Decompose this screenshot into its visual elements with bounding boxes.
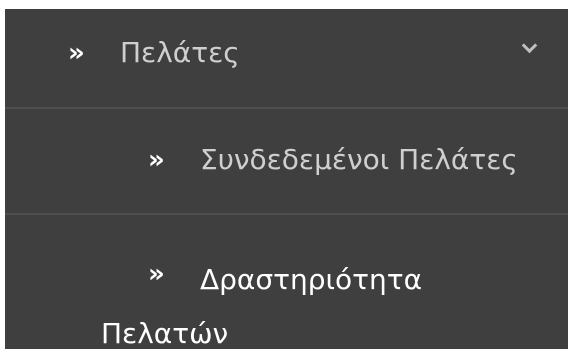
menu-item-customers-label: Πελάτες [120,36,240,69]
submenu-item-customer-activity-label: Δραστηριότητα Πελατών [101,263,423,350]
double-chevron-right-icon: » [148,145,165,175]
submenu-item-connected-customers-label: Συνδεδεμένοι Πελάτες [200,143,518,176]
chevron-down-icon[interactable] [520,39,538,57]
sidebar-menu: » Πελάτες » Συνδεδεμένοι Πελάτες » Δραστ… [5,9,568,350]
double-chevron-right-icon: » [68,38,85,68]
submenu-item-connected-customers[interactable]: » Συνδεδεμένοι Πελάτες [5,109,568,213]
menu-item-customers[interactable]: » Πελάτες [5,9,568,107]
submenu-item-customer-activity[interactable]: » Δραστηριότητα Πελατών [5,215,568,350]
